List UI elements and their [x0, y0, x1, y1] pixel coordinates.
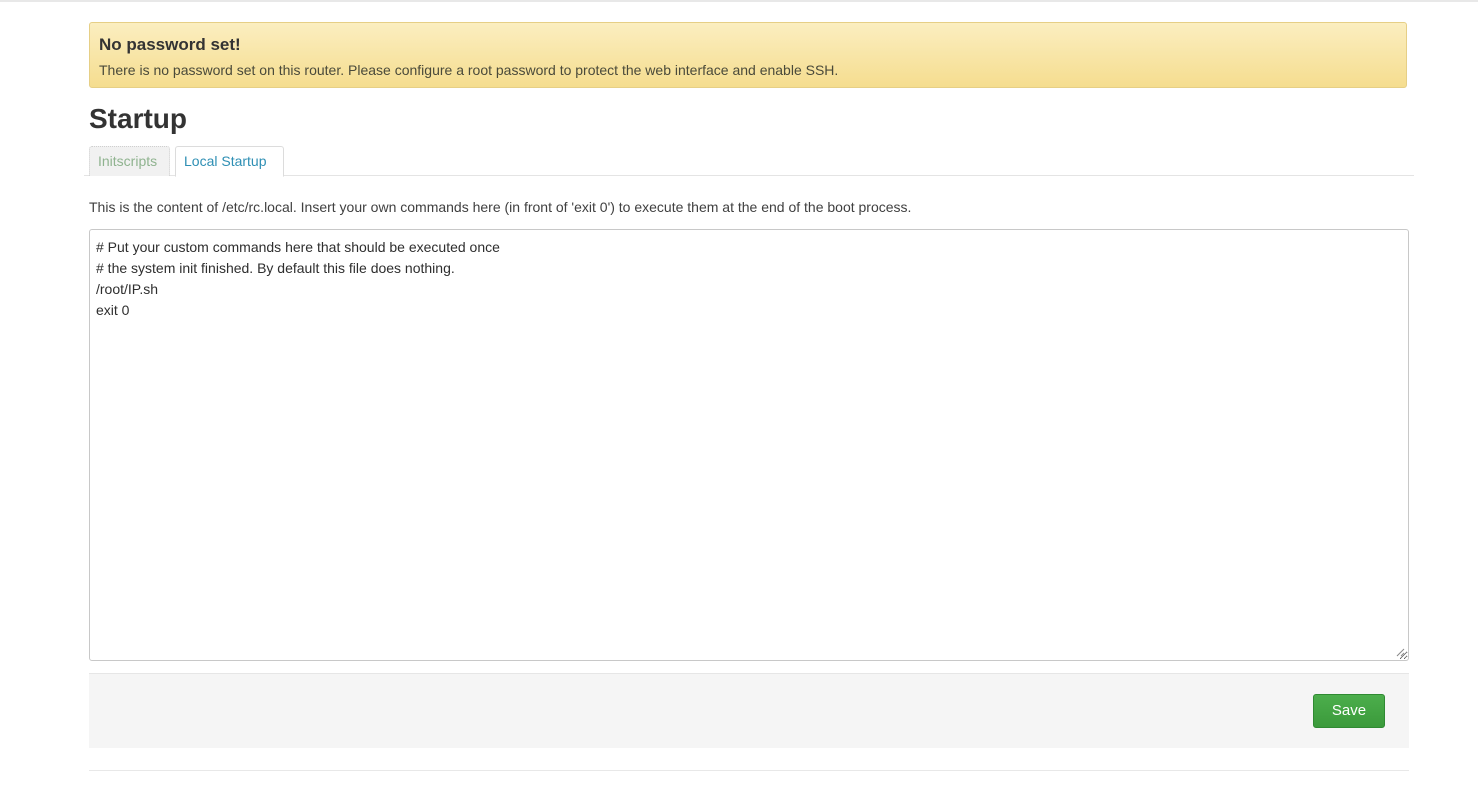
editor-line: exit 0: [96, 302, 130, 318]
rc-local-editor[interactable]: # Put your custom commands here that sho…: [89, 229, 1409, 661]
editor-line: # the system init finished. By default t…: [96, 260, 455, 276]
form-actions: Save: [89, 673, 1409, 748]
editor-line: /root/IP.sh: [96, 281, 159, 297]
resize-grip-icon[interactable]: [1395, 647, 1405, 657]
save-button[interactable]: Save: [1313, 694, 1385, 728]
alert-text: There is no password set on this router.…: [99, 62, 839, 78]
tab-local-startup[interactable]: Local Startup: [175, 146, 284, 177]
tab-initscripts[interactable]: Initscripts: [89, 146, 170, 176]
editor-line: # Put your custom commands here that sho…: [96, 239, 500, 255]
bottom-divider: [89, 770, 1409, 771]
alert-title: No password set!: [99, 35, 241, 54]
no-password-alert: No password set! There is no password se…: [89, 22, 1407, 88]
tab-bar: Initscripts Local Startup: [84, 146, 1414, 177]
rc-local-description: This is the content of /etc/rc.local. In…: [89, 199, 912, 215]
page-title: Startup: [89, 103, 187, 134]
top-divider: [0, 0, 1478, 2]
